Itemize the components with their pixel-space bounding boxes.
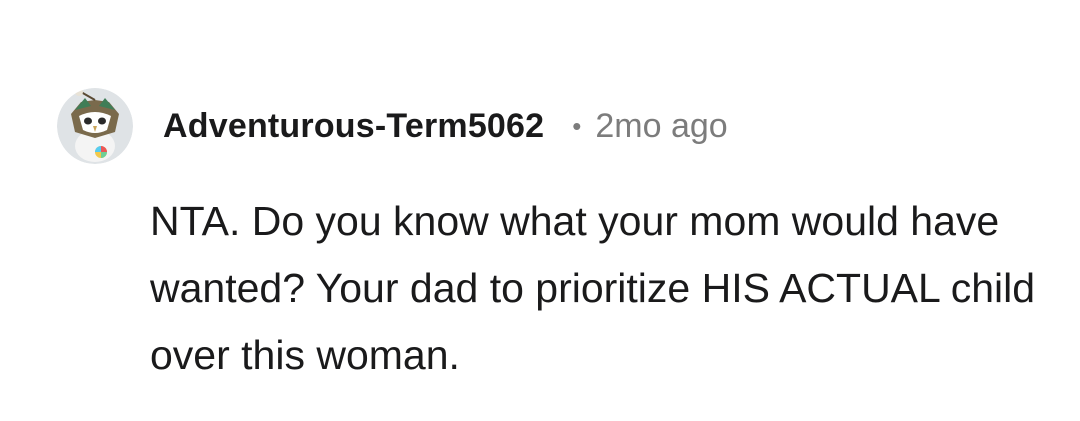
comment-header: Adventurous-Term5062 • 2mo ago: [57, 88, 728, 164]
author-username[interactable]: Adventurous-Term5062: [163, 107, 544, 146]
comment-timestamp: 2mo ago: [595, 106, 728, 145]
avatar[interactable]: [57, 88, 133, 164]
meta-separator: •: [572, 111, 582, 141]
comment: Adventurous-Term5062 • 2mo ago NTA. Do y…: [0, 0, 1080, 421]
comment-body: NTA. Do you know what your mom would hav…: [150, 198, 1036, 378]
owl-snoo-avatar-icon: [57, 88, 133, 164]
